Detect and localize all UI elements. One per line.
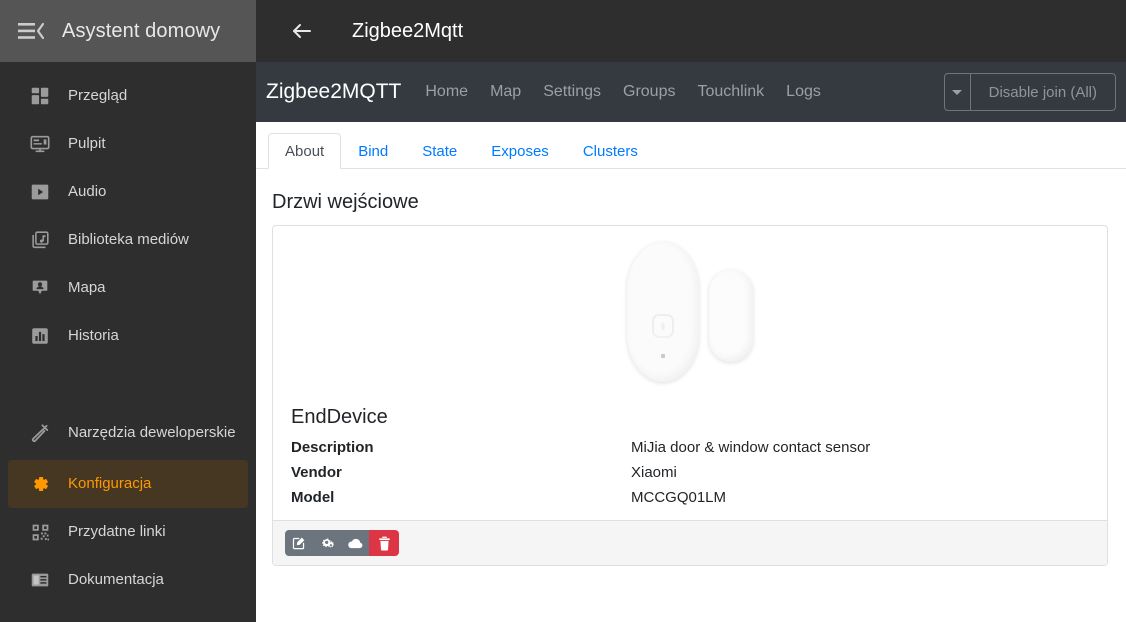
sidebar-item-label: Biblioteka mediów (68, 230, 189, 248)
sensor-magnet (709, 270, 753, 362)
caret-down-icon[interactable] (943, 73, 970, 111)
edit-button[interactable] (285, 530, 313, 556)
page-title: Zigbee2Mqtt (352, 19, 464, 42)
sidebar-item-label: Pulpit (68, 134, 106, 152)
navlink-touchlink[interactable]: Touchlink (697, 83, 764, 101)
sidebar-item-narzedzia-deweloperskie[interactable]: Narzędzia deweloperskie (8, 406, 248, 460)
menu-open-icon[interactable] (0, 0, 62, 62)
table-row: Vendor Xiaomi (289, 460, 1091, 485)
navlink-logs[interactable]: Logs (786, 83, 821, 101)
device-card: EndDevice Description MiJia door & windo… (272, 225, 1108, 566)
navlink-groups[interactable]: Groups (623, 83, 675, 101)
table-row: Description MiJia door & window contact … (289, 435, 1091, 460)
row-value: MiJia door & window contact sensor (631, 439, 871, 456)
book-icon (12, 569, 68, 591)
sidebar-item-przydatne-linki[interactable]: Przydatne linki (8, 508, 248, 556)
navlink-home[interactable]: Home (425, 83, 468, 101)
tab-state[interactable]: State (405, 133, 474, 169)
tab-clusters[interactable]: Clusters (566, 133, 655, 169)
sensor-led (661, 354, 665, 358)
xiaomi-door-window-sensor-image (627, 242, 753, 390)
main-area: Zigbee2Mqtt Zigbee2MQTT Home Map Setting… (256, 0, 1126, 622)
desktop-icon (12, 133, 68, 155)
sidebar-header: Asystent domowy (0, 0, 256, 62)
qr-code-icon (12, 522, 68, 543)
gear-icon (12, 473, 68, 495)
hammer-icon (12, 422, 68, 444)
map-marker-icon (12, 277, 68, 299)
settings-button[interactable] (313, 530, 341, 556)
tab-content: Drzwi wejściowe EndDevice Description Mi… (256, 169, 1126, 566)
device-type: EndDevice (291, 406, 388, 428)
play-box-icon (12, 181, 68, 203)
sidebar-item-przeglad[interactable]: Przegląd (8, 72, 248, 120)
sidebar-item-biblioteka-mediow[interactable]: Biblioteka mediów (8, 216, 248, 264)
sidebar-item-label: Przegląd (68, 86, 128, 104)
sidebar: Asystent domowy Przegląd Pulpit Audio Bi… (0, 0, 256, 622)
sidebar-item-label: Historia (68, 326, 119, 344)
sensor-body (627, 242, 699, 382)
row-key: Model (291, 489, 335, 506)
navlink-settings[interactable]: Settings (543, 83, 601, 101)
media-library-icon (12, 229, 68, 251)
sidebar-item-label: Przydatne linki (68, 522, 166, 540)
tab-about[interactable]: About (268, 133, 342, 169)
navbar-actions: Disable join (All) (943, 73, 1116, 111)
chart-bar-icon (12, 325, 68, 347)
device-tabs: About Bind State Exposes Clusters (256, 122, 1126, 169)
z2m-brand[interactable]: Zigbee2MQTT (266, 80, 401, 104)
table-row: Model MCCGQ01LM (289, 485, 1091, 510)
ota-button[interactable] (341, 530, 369, 556)
row-key: Vendor (291, 464, 342, 481)
sidebar-item-mapa[interactable]: Mapa (8, 264, 248, 312)
row-value: MCCGQ01LM (631, 489, 727, 506)
device-card-footer (273, 520, 1107, 565)
device-friendly-name: Drzwi wejściowe (272, 191, 419, 213)
gears-icon (320, 536, 335, 550)
sidebar-item-label: Konfiguracja (68, 474, 152, 492)
zigbee2mqtt-frame: Zigbee2MQTT Home Map Settings Groups Tou… (256, 62, 1126, 622)
row-key: Description (291, 439, 374, 456)
sidebar-item-pulpit[interactable]: Pulpit (8, 120, 248, 168)
arrow-left-icon[interactable] (278, 7, 326, 55)
sidebar-item-label: Mapa (68, 278, 106, 296)
sidebar-nav: Przegląd Pulpit Audio Biblioteka mediów … (0, 62, 256, 622)
join-button-group: Disable join (All) (943, 73, 1116, 111)
tab-bind[interactable]: Bind (341, 133, 405, 169)
device-card-body: EndDevice Description MiJia door & windo… (273, 226, 1107, 520)
navlink-map[interactable]: Map (490, 83, 521, 101)
pencil-square-icon (292, 536, 306, 550)
dashboard-grid-icon (12, 85, 68, 107)
app-topbar: Zigbee2Mqtt (256, 0, 1126, 62)
sidebar-item-label: Narzędzia deweloperskie (68, 423, 236, 441)
z2m-navbar: Zigbee2MQTT Home Map Settings Groups Tou… (256, 62, 1126, 122)
trash-icon (378, 536, 391, 551)
row-value: Xiaomi (631, 464, 677, 481)
device-actions-toolbar (285, 530, 399, 556)
sidebar-title: Asystent domowy (62, 20, 221, 42)
disable-join-button[interactable]: Disable join (All) (969, 73, 1116, 111)
device-image (289, 242, 1091, 390)
sidebar-item-label: Audio (68, 182, 107, 200)
mijia-logo-icon (652, 314, 674, 338)
delete-button[interactable] (369, 530, 399, 556)
sidebar-item-historia[interactable]: Historia (8, 312, 248, 360)
sidebar-item-label: Dokumentacja (68, 570, 164, 588)
cloud-icon (347, 537, 364, 550)
tab-exposes[interactable]: Exposes (474, 133, 566, 169)
sidebar-item-konfiguracja[interactable]: Konfiguracja (8, 460, 248, 508)
sidebar-item-dokumentacja[interactable]: Dokumentacja (8, 556, 248, 604)
sidebar-item-audio[interactable]: Audio (8, 168, 248, 216)
